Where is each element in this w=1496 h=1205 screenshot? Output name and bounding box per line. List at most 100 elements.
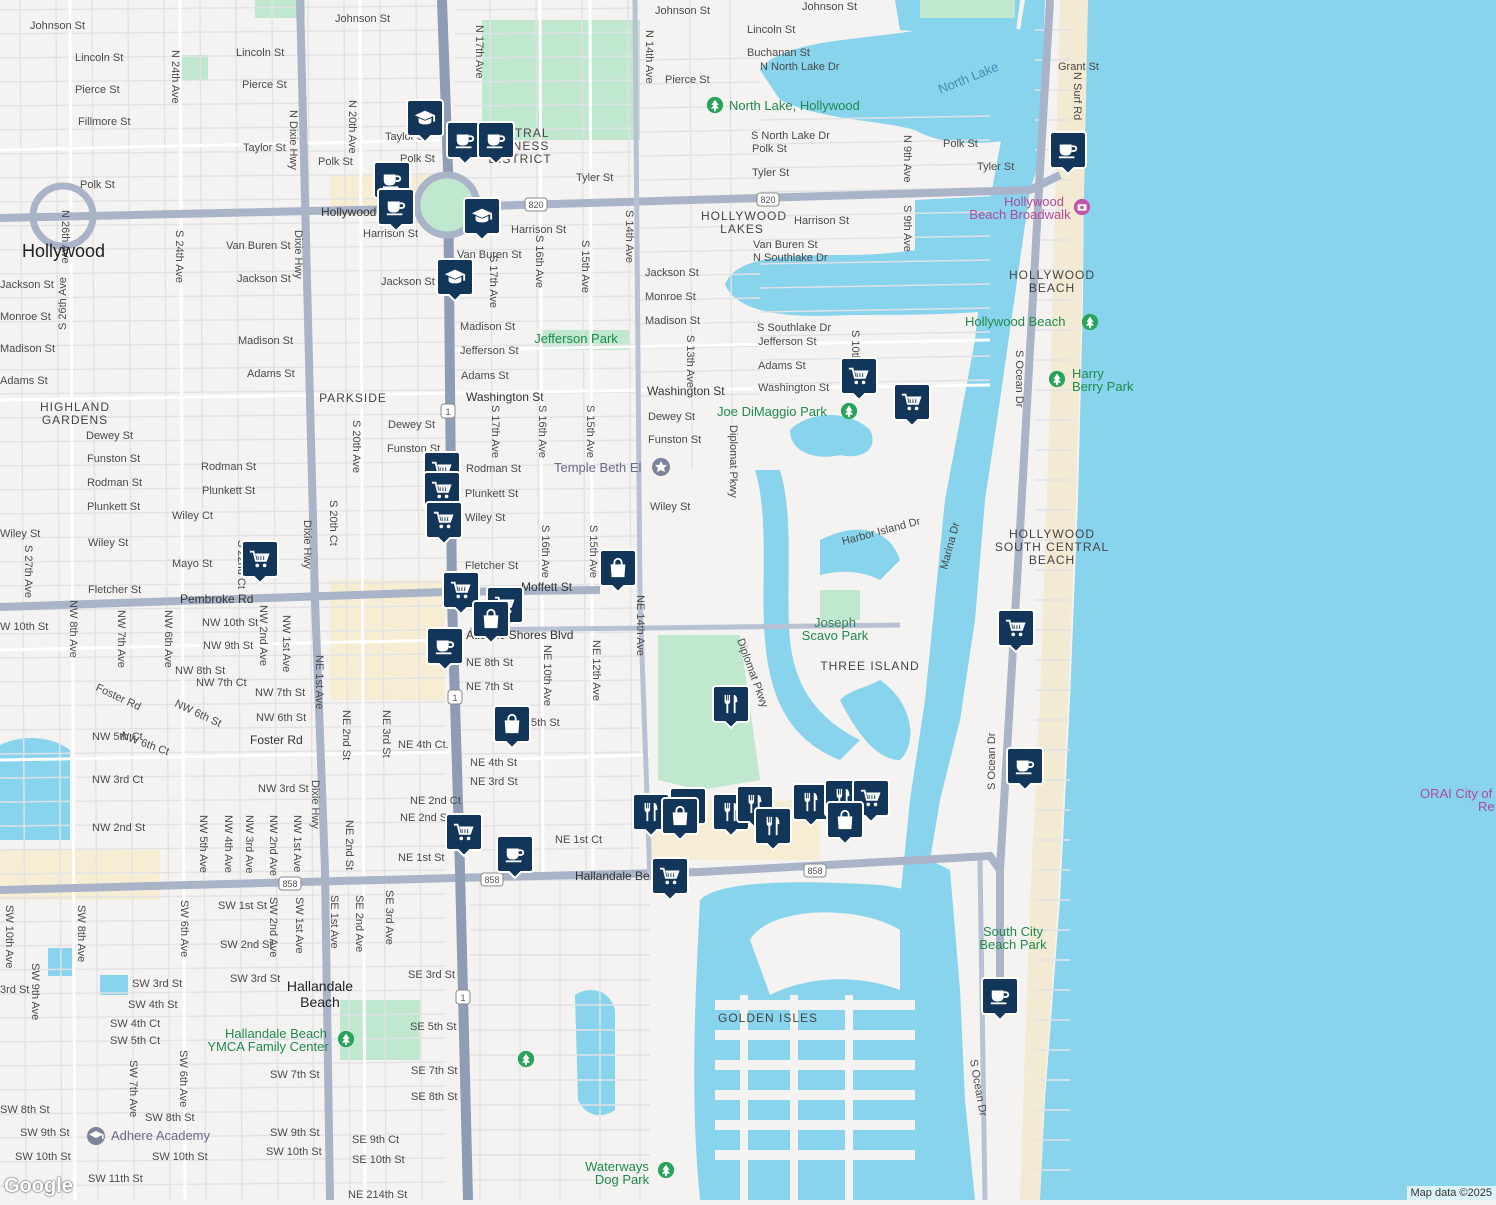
street-label: Van Buren St xyxy=(226,240,291,252)
svg-text:NW 5th Ave: NW 5th Ave xyxy=(197,815,209,873)
map-marker-store[interactable] xyxy=(494,706,530,748)
map-marker-shop[interactable] xyxy=(242,541,278,583)
marker-body[interactable] xyxy=(755,808,791,850)
svg-text:NW 8th Ave: NW 8th Ave xyxy=(67,600,79,658)
street-label: NW 7th Ct xyxy=(196,677,247,689)
map-marker-store[interactable] xyxy=(662,798,698,840)
park-pin-icon xyxy=(1082,314,1098,330)
street-label: SW 8th St xyxy=(0,1104,50,1116)
svg-text:S 15th Ave: S 15th Ave xyxy=(579,240,591,293)
street-segment xyxy=(0,726,445,730)
map-marker-cafe[interactable] xyxy=(497,836,533,878)
street-label: Fletcher St xyxy=(88,584,141,596)
street-label: SW 11th St xyxy=(88,1173,143,1185)
map-marker-cafe[interactable] xyxy=(427,628,463,670)
street-label: SW 9th St xyxy=(20,1127,70,1139)
map-marker-shop[interactable] xyxy=(446,814,482,856)
map-marker-restaurant[interactable] xyxy=(793,784,829,826)
map-marker-restaurant[interactable] xyxy=(755,808,791,850)
street-label: Polk St xyxy=(80,179,115,191)
street-label: Mayo St xyxy=(172,558,212,570)
map-canvas[interactable]: 1 1 1 820 820 858 858 858 Johnson St Joh… xyxy=(0,0,1496,1200)
map-marker-shop[interactable] xyxy=(841,358,877,400)
ymca-park-area xyxy=(340,1000,420,1060)
svg-text:S 16th Ave: S 16th Ave xyxy=(533,235,545,288)
street-label: Adams St xyxy=(758,360,806,372)
svg-text:GARDENS: GARDENS xyxy=(42,413,108,427)
map-marker-cafe[interactable] xyxy=(982,978,1018,1020)
street-label: NW 6th Ct xyxy=(119,730,171,759)
marker-body[interactable] xyxy=(426,502,462,544)
street-label: SW 7th St xyxy=(270,1069,320,1081)
street-segment xyxy=(690,0,692,470)
street-label: Johnson St xyxy=(335,13,390,25)
map-marker-cafe[interactable] xyxy=(1007,748,1043,790)
street-label: Plunkett St xyxy=(465,488,518,500)
marker-body[interactable] xyxy=(841,358,877,400)
street-label: SW 5th Ct xyxy=(110,1035,160,1047)
street-label: NE 1st Ct xyxy=(555,834,602,846)
street-label: Rodman St xyxy=(87,477,142,489)
street-label: NE 8th St xyxy=(466,657,513,669)
map-marker-shop[interactable] xyxy=(998,610,1034,652)
marker-body[interactable] xyxy=(894,384,930,426)
camera-pin-icon xyxy=(1074,199,1090,215)
map-marker-cafe[interactable] xyxy=(1050,132,1086,174)
street-segment xyxy=(760,164,990,168)
svg-text:North Lake, Hollywood: North Lake, Hollywood xyxy=(729,98,860,113)
street-label: N Southlake Dr xyxy=(753,252,828,264)
svg-text:THREE ISLAND: THREE ISLAND xyxy=(820,659,919,673)
svg-text:Dixie Hwy: Dixie Hwy xyxy=(292,230,304,279)
street-label: S Southlake Dr xyxy=(757,322,831,334)
map-marker-school[interactable] xyxy=(464,198,500,240)
street-label: Pierce St xyxy=(75,84,120,96)
svg-text:N Surf Rd: N Surf Rd xyxy=(1071,72,1083,120)
svg-text:NW 7th Ave: NW 7th Ave xyxy=(115,610,127,668)
map-marker-school[interactable] xyxy=(407,100,443,142)
street-segment xyxy=(0,150,445,154)
svg-text:BEACH: BEACH xyxy=(1029,553,1075,567)
map-marker-restaurant[interactable] xyxy=(713,686,749,728)
street-label: NE 2nd St xyxy=(400,812,450,824)
marker-body[interactable] xyxy=(242,541,278,583)
street-label: SW 1st St xyxy=(218,900,267,912)
svg-text:S 9th Ave: S 9th Ave xyxy=(901,205,913,252)
marker-body[interactable] xyxy=(998,610,1034,652)
street-label: Polk St xyxy=(943,138,978,150)
svg-text:820: 820 xyxy=(760,195,775,205)
map-marker-shop[interactable] xyxy=(426,502,462,544)
map-marker-cafe[interactable] xyxy=(478,122,514,164)
street-label: SE 8th St xyxy=(411,1091,457,1103)
map-svg[interactable]: 1 1 1 820 820 858 858 858 Johnson St Joh… xyxy=(0,0,1496,1200)
map-marker-shop[interactable] xyxy=(652,858,688,900)
marker-body[interactable] xyxy=(793,784,829,826)
marker-body[interactable] xyxy=(446,814,482,856)
street-label: NE 7th St xyxy=(466,681,513,693)
svg-text:820: 820 xyxy=(528,200,543,210)
svg-text:S 13th Ave: S 13th Ave xyxy=(684,335,696,388)
svg-text:NE 12th Ave: NE 12th Ave xyxy=(590,640,602,701)
street-label: Lincoln St xyxy=(75,52,123,64)
marker-body[interactable] xyxy=(652,858,688,900)
map-marker-store[interactable] xyxy=(827,802,863,844)
map-marker-store[interactable] xyxy=(473,601,509,643)
marker-body[interactable] xyxy=(713,686,749,728)
map-attribution[interactable]: Map data ©2025 xyxy=(1407,1186,1496,1200)
street-label: Dewey St xyxy=(388,419,435,431)
svg-text:SW 9th Ave: SW 9th Ave xyxy=(29,963,41,1020)
map-marker-shop[interactable] xyxy=(894,384,930,426)
map-marker-school[interactable] xyxy=(437,259,473,301)
street-label: Lincoln St xyxy=(236,47,284,59)
street-label: NE 3rd St xyxy=(470,776,518,788)
street-label: Plunkett St xyxy=(87,501,140,513)
street-label: Rodman St xyxy=(466,463,521,475)
street-label: SW 10th St xyxy=(152,1151,208,1163)
street-label: Lincoln St xyxy=(747,24,795,36)
svg-text:S 20th Ave: S 20th Ave xyxy=(350,420,362,473)
svg-text:S 24th Ave: S 24th Ave xyxy=(173,230,185,283)
city-label-hallandale: Hallandale xyxy=(287,978,353,994)
map-marker-store[interactable] xyxy=(600,550,636,592)
street-segment xyxy=(0,918,445,922)
map-marker-cafe[interactable] xyxy=(378,189,414,231)
street-label: Harrison St xyxy=(363,228,418,240)
